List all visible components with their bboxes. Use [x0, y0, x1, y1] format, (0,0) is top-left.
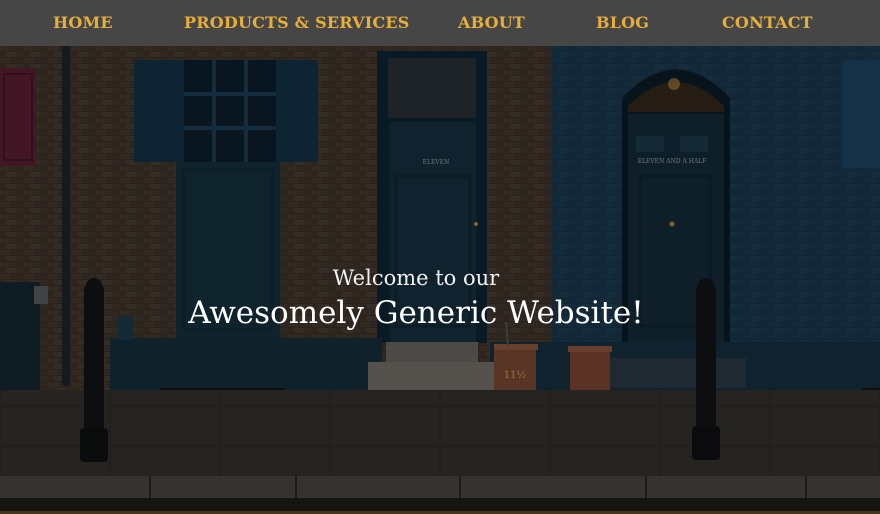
- hero-banner: ELEVEN ELEVEN AND A HALF 11½ Welcome to …: [0, 46, 880, 514]
- top-navigation: HOME PRODUCTS & SERVICES ABOUT BLOG CONT…: [0, 0, 880, 46]
- hero-headline: Awesomely Generic Website!: [188, 295, 644, 331]
- nav-blog-link[interactable]: BLOG: [596, 13, 649, 32]
- hero-welcome-text: Welcome to our: [332, 266, 500, 290]
- nav-contact-link[interactable]: CONTACT: [722, 13, 813, 32]
- nav-about-link[interactable]: ABOUT: [458, 13, 525, 32]
- nav-products-services-link[interactable]: PRODUCTS & SERVICES: [184, 13, 410, 32]
- nav-home-link[interactable]: HOME: [53, 13, 113, 32]
